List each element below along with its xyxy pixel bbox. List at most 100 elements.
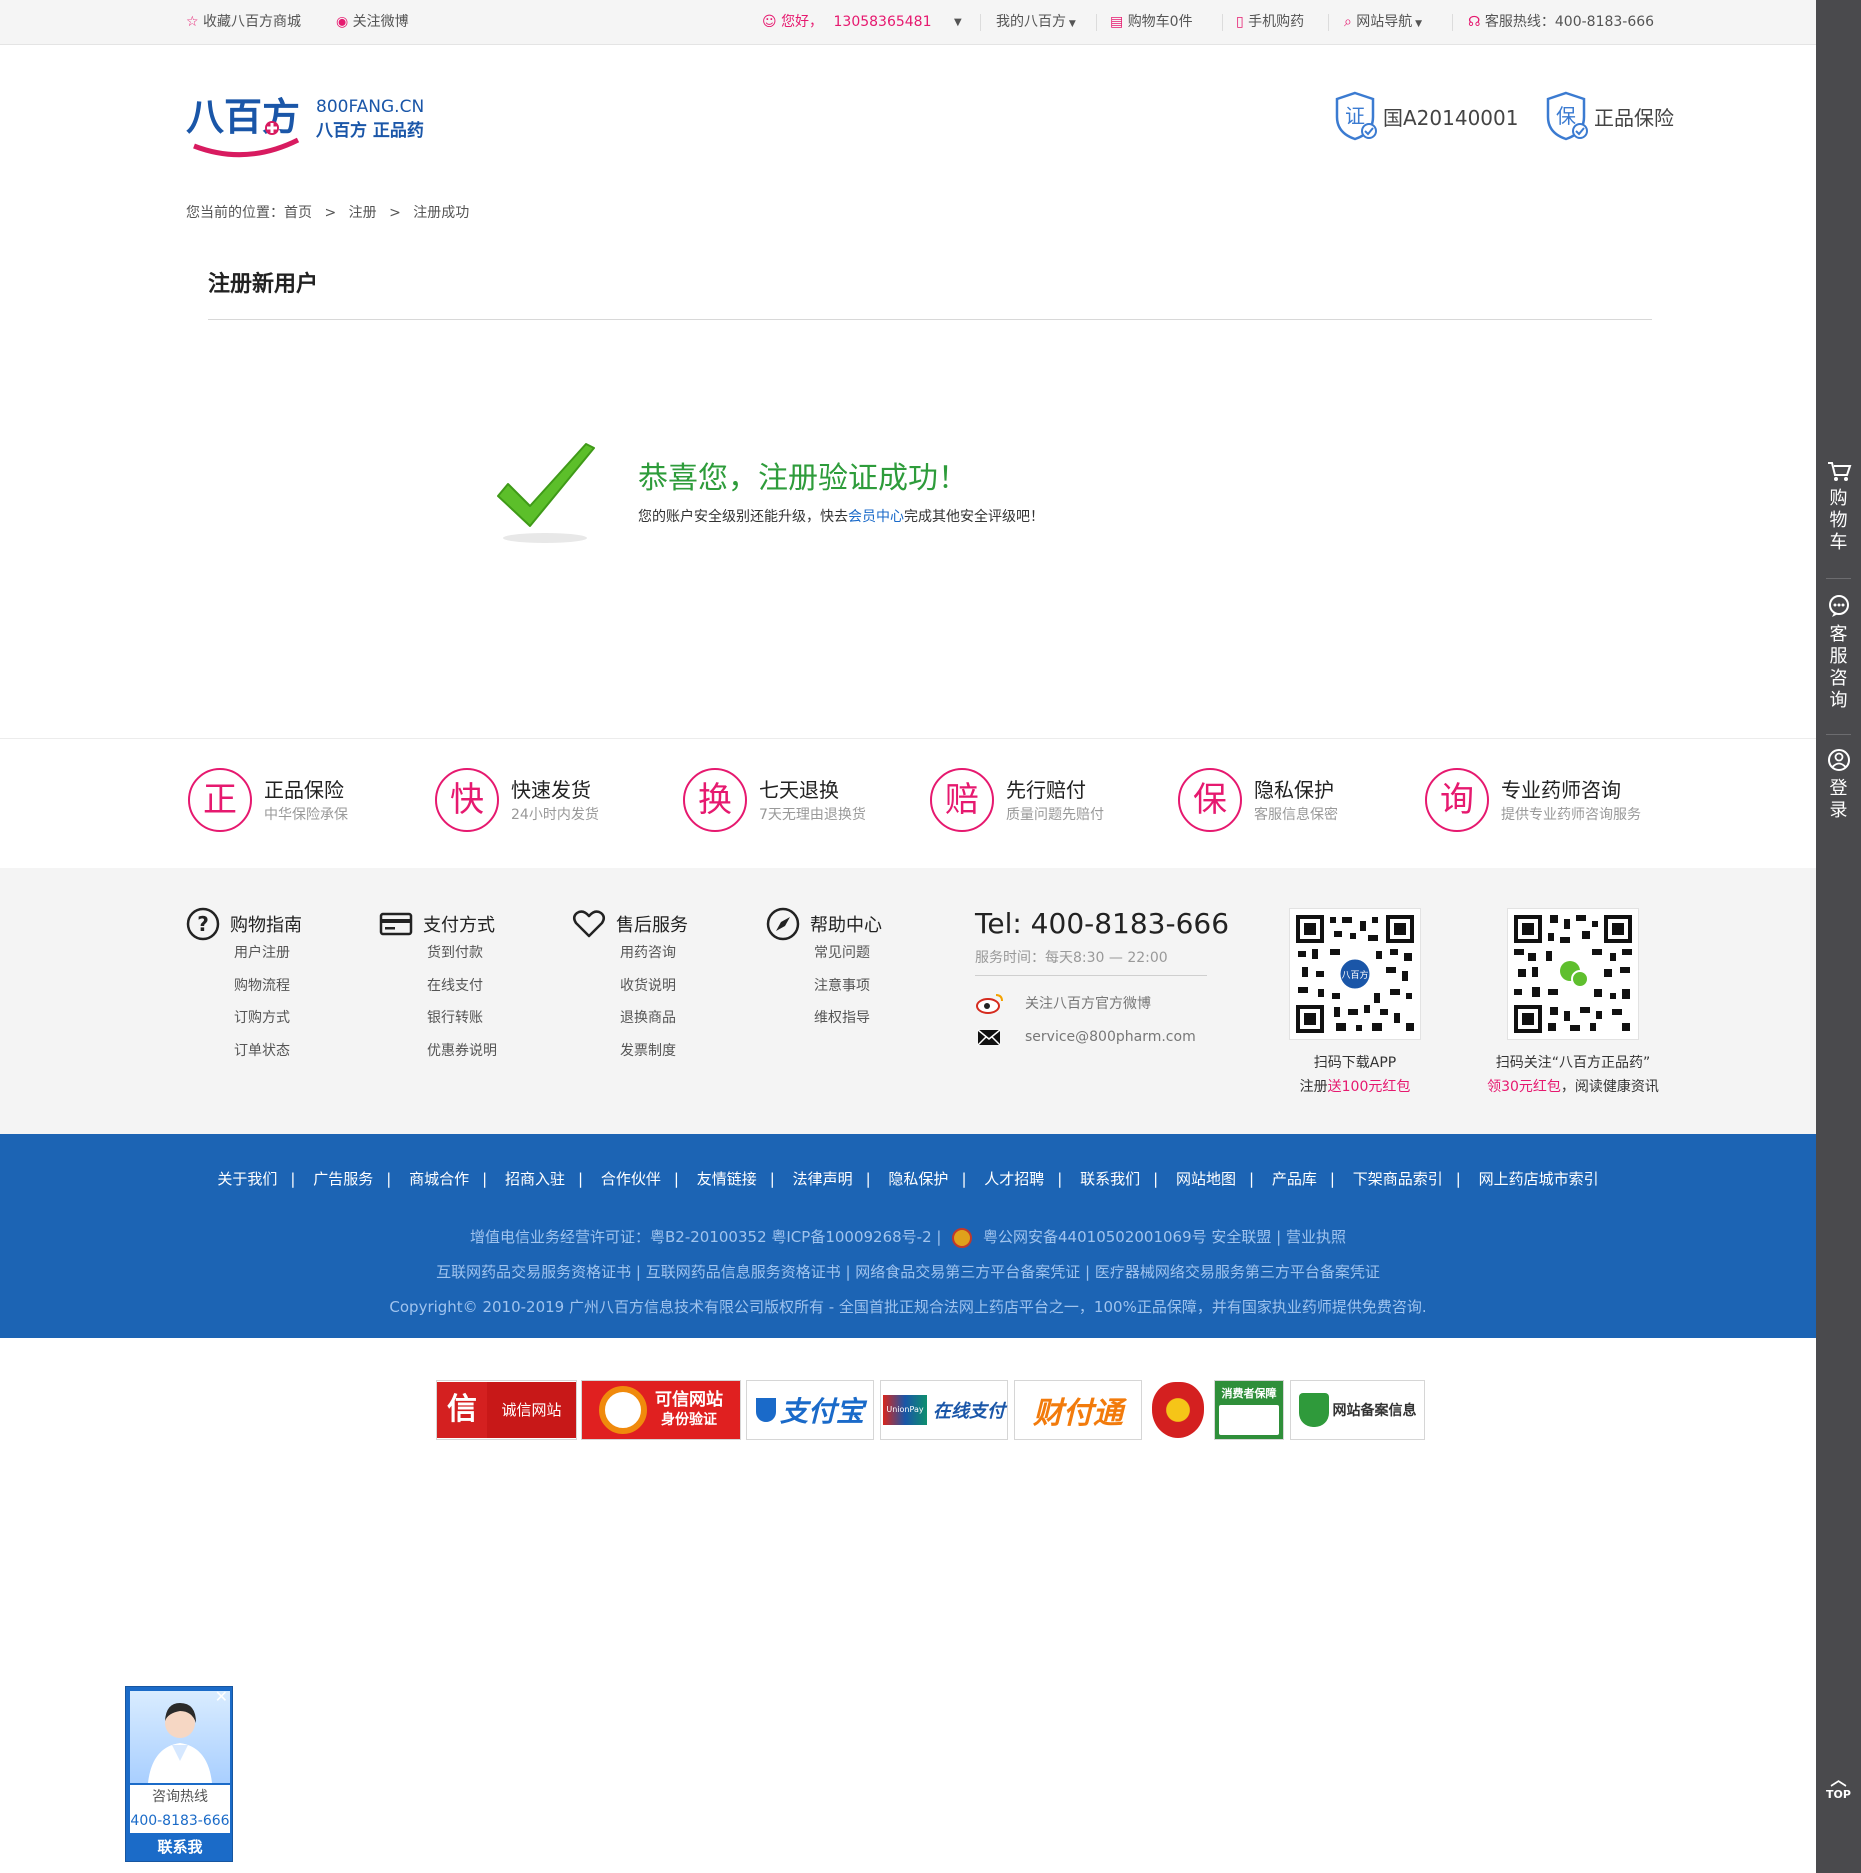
user-icon: ☺ xyxy=(762,14,777,30)
license-line-2[interactable]: 互联网药品交易服务资格证书 | 互联网药品信息服务资格证书 | 网络食品交易第三… xyxy=(0,1261,1816,1282)
trust-label: 身份验证 xyxy=(661,1412,717,1428)
footer-nav-link[interactable]: 隐私保护 xyxy=(888,1170,948,1188)
police-badge-icon xyxy=(1152,1382,1204,1438)
copyright: Copyright© 2010-2019 广州八百方信息技术有限公司版权所有 -… xyxy=(389,1298,1427,1316)
success-desc-after: 完成其他安全评级吧！ xyxy=(904,509,1044,525)
footer-nav-link[interactable]: 合作伙伴 xyxy=(601,1170,661,1188)
back-to-top-label: TOP xyxy=(1826,1788,1851,1801)
footer-link[interactable]: 用药咨询 xyxy=(620,942,676,962)
footer-link[interactable]: 收货说明 xyxy=(620,975,676,995)
trust-badge-tenpay[interactable]: 财付通 xyxy=(1014,1380,1142,1440)
cart-link[interactable]: ▤ 购物车0件 xyxy=(1110,0,1193,45)
svg-text:八百方: 八百方 xyxy=(1341,969,1368,981)
breadcrumb-home[interactable]: 首页 xyxy=(284,205,312,221)
footer-nav-link[interactable]: 人才招聘 xyxy=(984,1170,1044,1188)
trust-badge-unionpay[interactable]: UnionPay 在线支付 xyxy=(880,1380,1008,1440)
service-sub: 客服信息保密 xyxy=(1254,807,1338,823)
footer-link[interactable]: 货到付款 xyxy=(427,942,483,962)
footer-nav-link[interactable]: 网上药店城市索引 xyxy=(1479,1170,1599,1188)
site-logo[interactable]: 八百方 800FANG.CN 八百方 正品药 xyxy=(186,88,436,160)
insurance-badge: 保 正品保险 xyxy=(1544,88,1674,144)
breadcrumb-register[interactable]: 注册 xyxy=(349,205,377,221)
footer-nav-link[interactable]: 关于我们 xyxy=(217,1170,277,1188)
email-link[interactable]: service@800pharm.com xyxy=(975,1024,1196,1050)
chevron-up-icon: ︿ xyxy=(1830,1770,1847,1789)
footer-nav-link[interactable]: 产品库 xyxy=(1272,1170,1317,1188)
footer-link[interactable]: 注意事项 xyxy=(814,975,870,995)
footer-nav-link[interactable]: 网站地图 xyxy=(1176,1170,1236,1188)
trust-badge-filing[interactable]: 网站备案信息 xyxy=(1290,1380,1425,1440)
license-text[interactable]: 粤公网安备44010502001069号 安全联盟 | 营业执照 xyxy=(983,1228,1346,1246)
site-nav-menu[interactable]: ⌕ 网站导航 ▼ xyxy=(1344,0,1422,45)
breadcrumb: 您当前的位置：首页 > 注册 > 注册成功 xyxy=(186,202,477,222)
chevron-down-icon: ▼ xyxy=(1412,19,1423,29)
page: ☆ 收藏八百方商城 ◉ 关注微博 ☺ 您好， 13058365481 ▼ 我的八… xyxy=(0,0,1861,1873)
breadcrumb-sep: > xyxy=(324,205,337,221)
service-icon: 询 xyxy=(1425,768,1489,832)
service-sub: 24小时内发货 xyxy=(511,807,599,823)
contact-me-button[interactable]: 联系我 xyxy=(130,1835,230,1859)
trust-badge-consumer[interactable]: 消费者保障 xyxy=(1214,1380,1284,1440)
footer-link[interactable]: 优惠券说明 xyxy=(427,1040,497,1060)
top-bar: ☆ 收藏八百方商城 ◉ 关注微博 ☺ 您好， 13058365481 ▼ 我的八… xyxy=(0,0,1816,45)
caret-down-icon[interactable]: ▼ xyxy=(954,0,962,45)
svg-text:保: 保 xyxy=(1556,104,1576,128)
service-name: 快速发货 xyxy=(511,778,591,802)
qr-code-icon: 八百方 xyxy=(1294,913,1416,1035)
footer-link[interactable]: 维权指导 xyxy=(814,1007,870,1027)
footer-link[interactable]: 用户注册 xyxy=(234,942,290,962)
consult-widget[interactable]: ✕ 咨询热线 400-8183-666 联系我 xyxy=(125,1686,233,1862)
footer-link[interactable]: 退换商品 xyxy=(620,1007,676,1027)
footer-nav-link[interactable]: 招商入驻 xyxy=(505,1170,565,1188)
close-icon[interactable]: ✕ xyxy=(215,1689,228,1705)
member-center-link[interactable]: 会员中心 xyxy=(848,509,904,525)
trust-label: 在线支付 xyxy=(933,1401,1005,1422)
success-check-icon xyxy=(497,443,595,543)
chevron-down-icon: ▼ xyxy=(1066,19,1076,29)
filing-shield-icon xyxy=(1298,1393,1329,1427)
sidebar-service[interactable]: 客服咨询 xyxy=(1816,594,1861,712)
service-name: 专业药师咨询 xyxy=(1501,778,1621,802)
trust-badge-verified[interactable]: 可信网站 身份验证 xyxy=(581,1380,741,1440)
user-phone: 13058365481 xyxy=(833,14,932,30)
verified-icon xyxy=(599,1386,647,1434)
service-sub: 质量问题先赔付 xyxy=(1006,807,1104,823)
sidebar-login[interactable]: 登录 xyxy=(1816,748,1861,822)
back-to-top-button[interactable]: ︿ TOP xyxy=(1816,1772,1861,1802)
user-greeting[interactable]: ☺ 您好， 13058365481 xyxy=(762,0,932,45)
consult-phone: 400-8183-666 xyxy=(130,1809,230,1833)
wechat-qr-line1: 扫码关注“八百方正品药” xyxy=(1495,1055,1651,1071)
footer-nav-link[interactable]: 下架商品索引 xyxy=(1353,1170,1443,1188)
footer-link[interactable]: 订购方式 xyxy=(234,1007,290,1027)
footer-link[interactable]: 在线支付 xyxy=(427,975,483,995)
trust-badge-police[interactable] xyxy=(1148,1380,1208,1440)
footer-nav-link[interactable]: 友情链接 xyxy=(697,1170,757,1188)
trust-label: 财付通 xyxy=(1033,1396,1123,1431)
footer-link[interactable]: 常见问题 xyxy=(814,942,870,962)
consumer-protection-icon xyxy=(1219,1405,1279,1435)
footer-link[interactable]: 银行转账 xyxy=(427,1007,483,1027)
footer-col-title: 售后服务 xyxy=(616,915,688,936)
mobile-link[interactable]: ▯ 手机购药 xyxy=(1236,0,1304,45)
police-emblem-icon xyxy=(952,1227,973,1248)
footer-nav-link[interactable]: 法律声明 xyxy=(793,1170,853,1188)
service-icon: 换 xyxy=(683,768,747,832)
trust-badge-integrity[interactable]: 信 诚信网站 xyxy=(436,1380,577,1440)
footer-nav-link[interactable]: 联系我们 xyxy=(1080,1170,1140,1188)
sidebar-cart[interactable]: 购物车 xyxy=(1816,460,1861,554)
footer-link[interactable]: 购物流程 xyxy=(234,975,290,995)
follow-weibo-link[interactable]: ◉ 关注微博 xyxy=(336,0,409,45)
footer-link[interactable]: 订单状态 xyxy=(234,1040,290,1060)
footer-link[interactable]: 发票制度 xyxy=(620,1040,676,1060)
trust-label: 消费者保障 xyxy=(1221,1387,1277,1400)
trust-badge-alipay[interactable]: 支付宝 xyxy=(746,1380,874,1440)
favorite-link[interactable]: ☆ 收藏八百方商城 xyxy=(186,0,301,45)
footer-nav-link[interactable]: 广告服务 xyxy=(313,1170,373,1188)
my-account-menu[interactable]: 我的八百方 ▼ xyxy=(996,0,1076,45)
site-nav-label: 网站导航 xyxy=(1356,14,1413,30)
heart-icon xyxy=(573,910,605,938)
footer-nav-link[interactable]: 商城合作 xyxy=(409,1170,469,1188)
app-qr-line1: 扫码下载APP xyxy=(1313,1055,1397,1071)
weibo-follow-link[interactable]: 关注八百方官方微博 xyxy=(975,990,1151,1016)
mobile-icon: ▯ xyxy=(1236,14,1244,30)
